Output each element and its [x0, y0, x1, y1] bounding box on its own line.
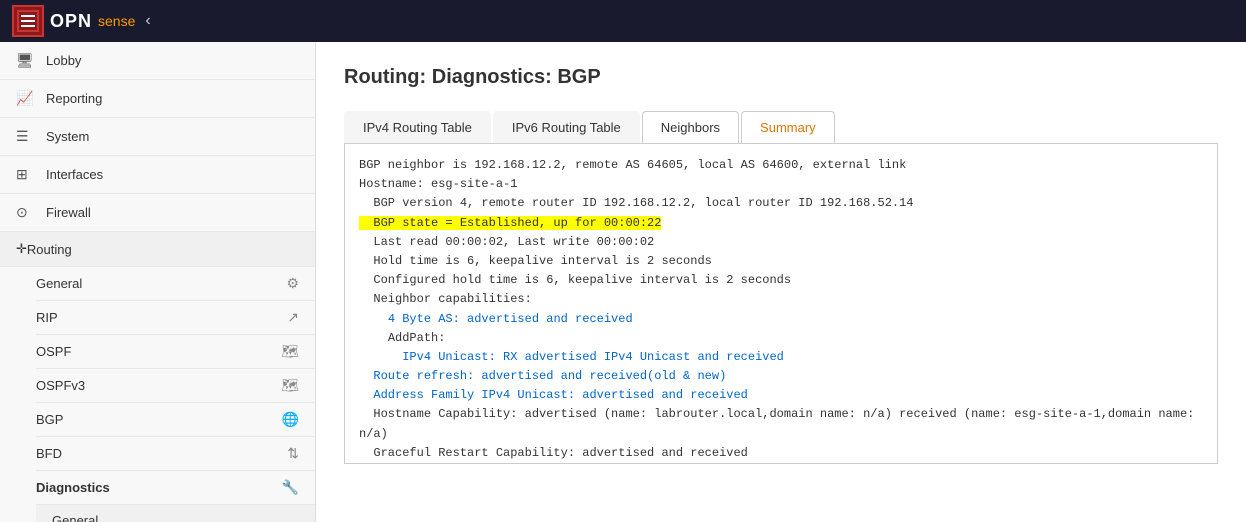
sidebar-item-rip[interactable]: RIP ↗ [36, 301, 315, 335]
page-title: Routing: Diagnostics: BGP [344, 66, 1218, 89]
firewall-icon: ⊙ [16, 204, 36, 221]
tab-summary[interactable]: Summary [741, 111, 835, 143]
navbar: OPN sense ‹ [0, 0, 1246, 42]
logo: OPN sense [12, 5, 135, 37]
sidebar-toggle-button[interactable]: ‹ [145, 12, 150, 30]
content-area: Routing: Diagnostics: BGP IPv4 Routing T… [316, 42, 1246, 522]
sidebar-item-bfd[interactable]: BFD ⇅ [36, 437, 315, 471]
sidebar-item-diag-general[interactable]: General [52, 505, 315, 522]
rip-expand-icon[interactable]: ↗ [287, 309, 299, 326]
sidebar-item-ospf[interactable]: OSPF 🗺 [36, 335, 315, 369]
sidebar-item-label: Interfaces [46, 167, 103, 182]
bgp-globe-icon[interactable]: 🌐 [282, 411, 299, 428]
sidebar-item-routing[interactable]: ✛ Routing [0, 232, 315, 267]
tab-bar: IPv4 Routing Table IPv6 Routing Table Ne… [344, 111, 1218, 144]
sidebar: 🖥 Lobby 📈 Reporting ☰ System ⊞ Interface… [0, 42, 316, 522]
sidebar-item-reporting[interactable]: 📈 Reporting [0, 80, 315, 118]
logo-opn-text: OPN [50, 11, 92, 32]
sidebar-item-label: Firewall [46, 205, 91, 220]
logo-icon [12, 5, 44, 37]
sidebar-item-label: Reporting [46, 91, 102, 106]
diagnostics-icon[interactable]: 🔧 [282, 479, 299, 496]
bgp-output: BGP neighbor is 192.168.12.2, remote AS … [344, 144, 1218, 464]
sidebar-item-label: Routing [27, 242, 72, 257]
ospfv3-map-icon[interactable]: 🗺 [281, 377, 299, 394]
sidebar-item-bgp[interactable]: BGP 🌐 [36, 403, 315, 437]
sidebar-item-system[interactable]: ☰ System [0, 118, 315, 156]
tab-ipv4[interactable]: IPv4 Routing Table [344, 111, 491, 143]
reporting-icon: 📈 [16, 90, 36, 107]
sidebar-item-ospfv3[interactable]: OSPFv3 🗺 [36, 369, 315, 403]
tab-neighbors[interactable]: Neighbors [642, 111, 739, 143]
interfaces-icon: ⊞ [16, 166, 36, 183]
ospf-map-icon[interactable]: 🗺 [281, 343, 299, 360]
sidebar-item-interfaces[interactable]: ⊞ Interfaces [0, 156, 315, 194]
sidebar-item-general[interactable]: General ⚙ [36, 267, 315, 301]
routing-icon: ✛ [16, 241, 27, 257]
sidebar-item-diagnostics[interactable]: Diagnostics 🔧 [36, 471, 315, 505]
sidebar-item-lobby[interactable]: 🖥 Lobby [0, 42, 315, 80]
bfd-icon[interactable]: ⇅ [287, 445, 299, 462]
tab-ipv6[interactable]: IPv6 Routing Table [493, 111, 640, 143]
sidebar-routing-sub: General ⚙ RIP ↗ OSPF 🗺 OSPFv3 🗺 BGP [0, 267, 315, 522]
lobby-icon: 🖥 [16, 52, 36, 69]
general-gear-icon[interactable]: ⚙ [286, 275, 299, 292]
system-icon: ☰ [16, 128, 36, 145]
logo-sense-text: sense [98, 13, 135, 29]
sidebar-item-firewall[interactable]: ⊙ Firewall [0, 194, 315, 232]
sidebar-item-label: Lobby [46, 53, 81, 68]
sidebar-item-label: System [46, 129, 89, 144]
